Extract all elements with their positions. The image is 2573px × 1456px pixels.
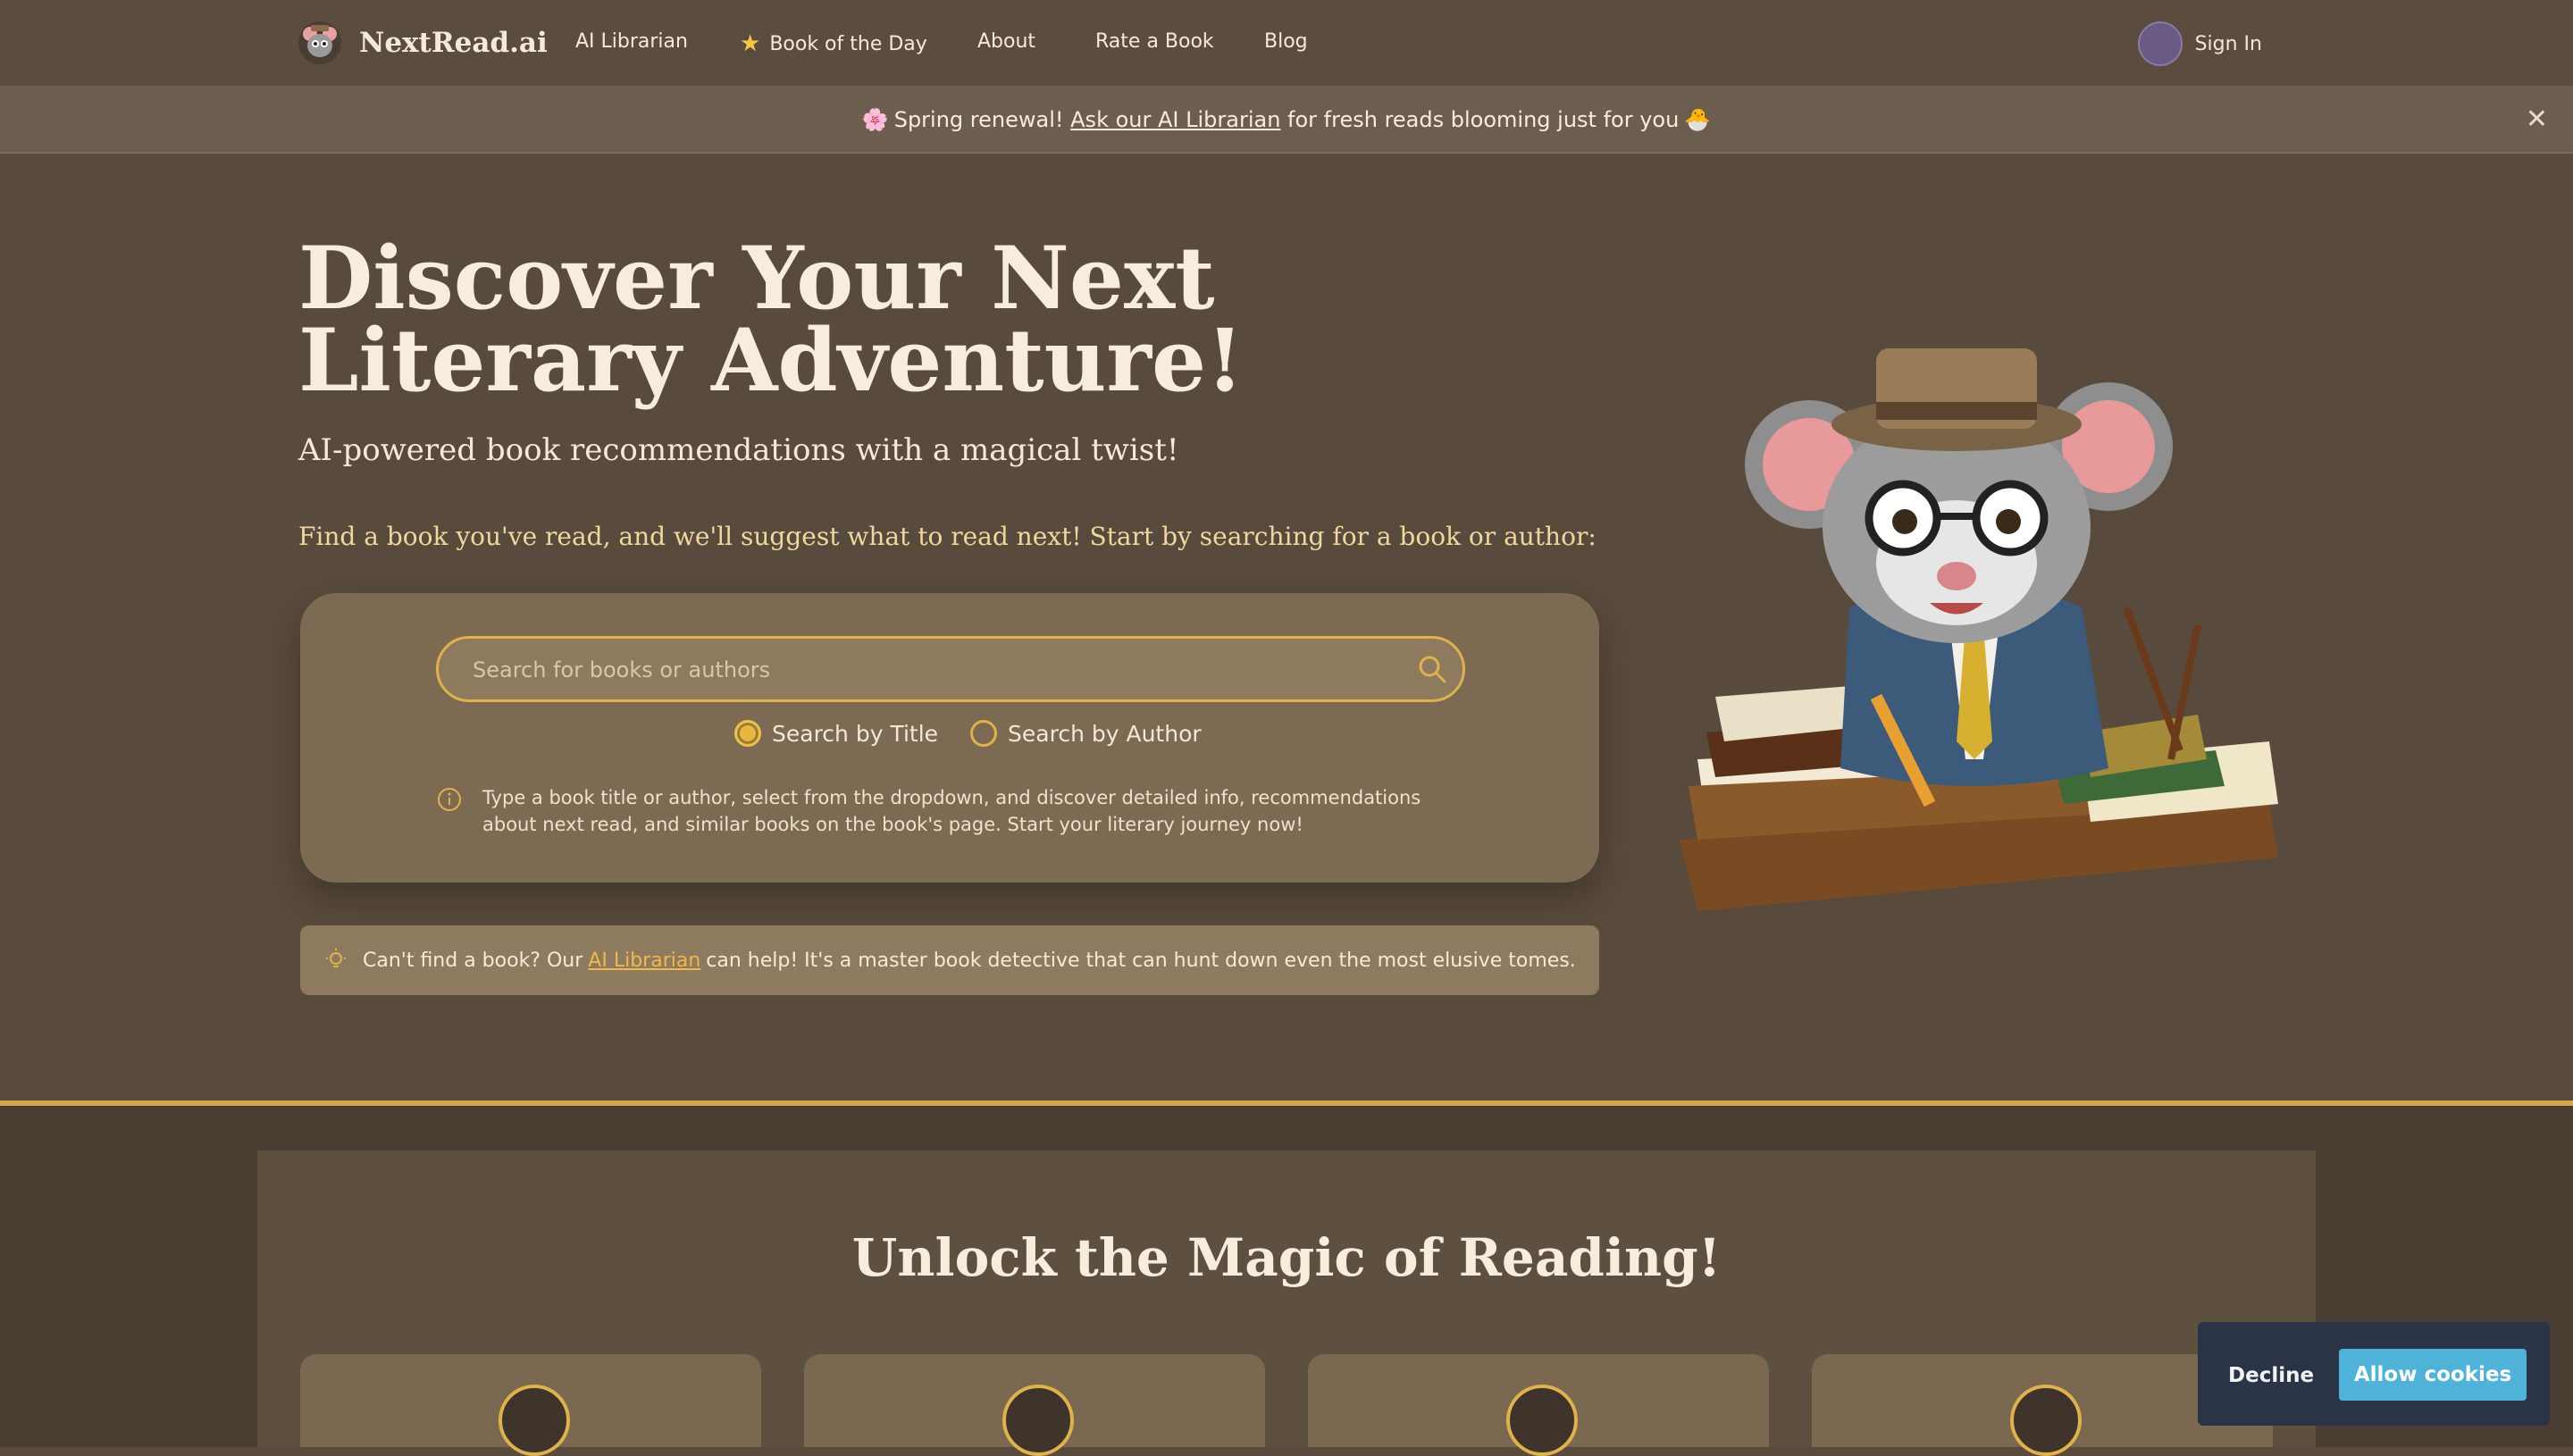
rat-logo-icon xyxy=(298,21,341,64)
rat-librarian-mascot-image xyxy=(1680,348,2278,911)
sign-in-label: Sign In xyxy=(2194,32,2262,55)
top-nav: NextRead.ai AI Librarian ★ Book of the D… xyxy=(0,0,2573,88)
lightbulb-icon xyxy=(326,949,346,967)
search-input[interactable] xyxy=(471,639,1368,701)
info-icon xyxy=(438,788,461,811)
brand-logo[interactable]: NextRead.ai xyxy=(298,21,548,64)
tip-ai-librarian-link[interactable]: AI Librarian xyxy=(588,950,700,972)
announcement-banner: 🌸 Spring renewal! Ask our AI Librarian f… xyxy=(0,88,2573,154)
nav-book-of-the-day-label: Book of the Day xyxy=(769,32,927,55)
search-info: Type a book title or author, select from… xyxy=(436,784,1446,838)
radio-label-author: Search by Author xyxy=(1008,720,1202,747)
search-card: Search by Title Search by Author Type a … xyxy=(300,593,1599,883)
feature-image xyxy=(1002,1385,1074,1456)
features-panel: Unlock the Magic of Reading! xyxy=(257,1151,2316,1456)
search-box xyxy=(436,636,1465,702)
brand-name: NextRead.ai xyxy=(359,27,548,59)
close-icon[interactable]: ✕ xyxy=(2526,104,2548,135)
banner-prefix: Spring renewal! xyxy=(893,107,1064,132)
hero-subtitle: AI-powered book recommendations with a m… xyxy=(298,432,1179,468)
feature-card[interactable] xyxy=(300,1354,761,1456)
features-title: Unlock the Magic of Reading! xyxy=(851,1227,1722,1288)
search-mode-group: Search by Title Search by Author xyxy=(734,720,1234,747)
tip-suffix: can help! It's a master book detective t… xyxy=(706,949,1576,972)
sign-in-button[interactable]: Sign In xyxy=(2137,21,2262,66)
decline-cookies-button[interactable]: Decline xyxy=(2223,1351,2314,1401)
feature-image xyxy=(499,1385,570,1456)
star-icon: ★ xyxy=(740,30,761,57)
nav-blog[interactable]: Blog xyxy=(1264,30,1308,53)
avatar xyxy=(2137,21,2183,66)
allow-cookies-button[interactable]: Allow cookies xyxy=(2339,1349,2527,1401)
ai-librarian-tip: Can't find a book? Our AI Librarian can … xyxy=(300,925,1599,995)
radio-dot-selected[interactable] xyxy=(734,720,761,747)
radio-search-by-title[interactable]: Search by Title xyxy=(734,720,938,747)
nav-ai-librarian[interactable]: AI Librarian xyxy=(575,30,688,53)
radio-search-by-author[interactable]: Search by Author xyxy=(970,720,1202,747)
chick-emoji: 🐣 xyxy=(1684,107,1712,132)
feature-image xyxy=(2010,1385,2082,1456)
tip-prefix: Can't find a book? Our xyxy=(363,949,583,972)
nav-rate-a-book[interactable]: Rate a Book xyxy=(1095,30,1214,53)
cookie-consent: Decline Allow cookies xyxy=(2198,1322,2550,1426)
radio-label-title: Search by Title xyxy=(772,720,939,747)
banner-suffix: for fresh reads blooming just for you xyxy=(1287,107,1680,132)
search-info-text: Type a book title or author, select from… xyxy=(482,787,1421,835)
search-icon[interactable] xyxy=(1416,653,1448,685)
hero-title: Discover Your Next Literary Adventure! xyxy=(298,228,1245,411)
feature-card[interactable] xyxy=(804,1354,1265,1456)
radio-dot[interactable] xyxy=(970,720,998,747)
nav-about[interactable]: About xyxy=(977,30,1035,53)
hero-instructions: Find a book you've read, and we'll sugge… xyxy=(298,522,1597,551)
feature-image xyxy=(1506,1385,1578,1456)
feature-card[interactable] xyxy=(1308,1354,1769,1456)
flower-emoji: 🌸 xyxy=(861,107,889,132)
nav-book-of-the-day[interactable]: ★ Book of the Day xyxy=(740,30,927,57)
banner-link[interactable]: Ask our AI Librarian xyxy=(1070,107,1280,132)
